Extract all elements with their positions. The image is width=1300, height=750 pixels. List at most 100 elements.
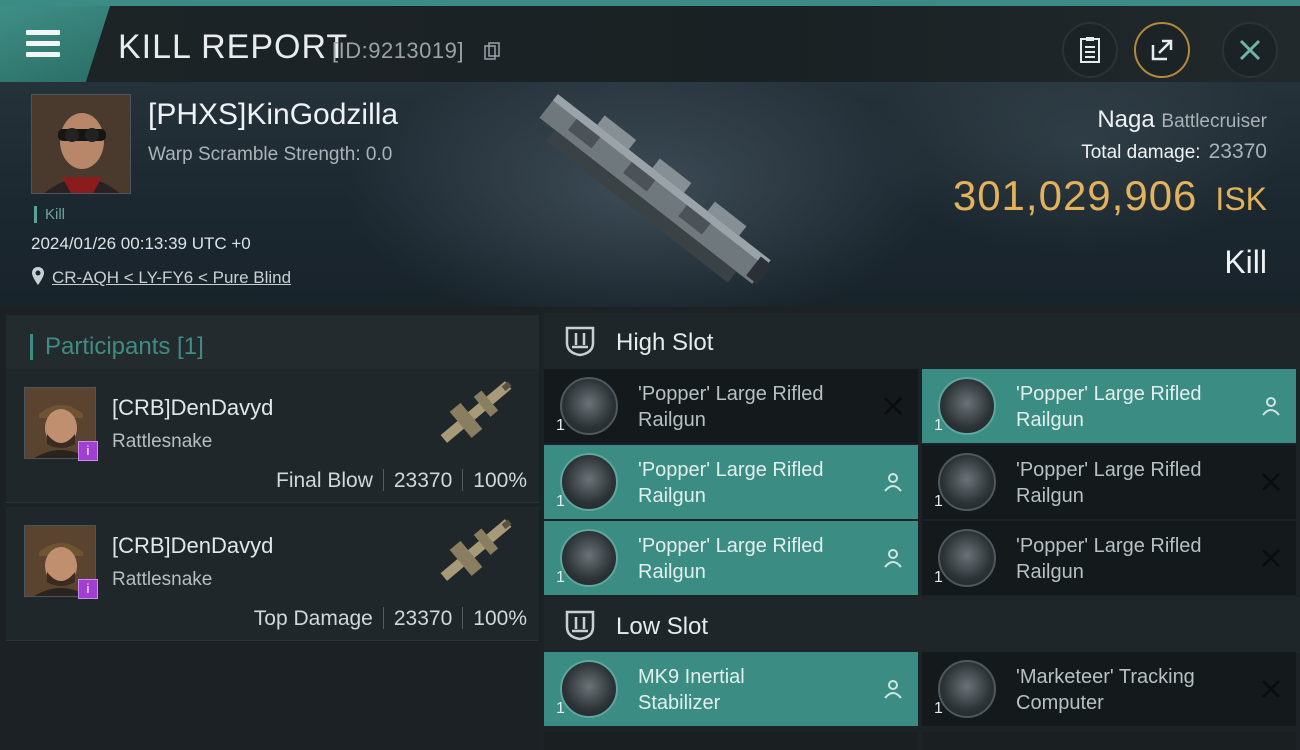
- location-pin-icon: [32, 267, 44, 285]
- participants-header: Participants [1]: [6, 315, 539, 373]
- victim-ship-name: Naga: [1097, 106, 1155, 133]
- victim-name[interactable]: [PHXS]KinGodzilla: [148, 98, 398, 132]
- participant-damage: 23370: [393, 469, 453, 492]
- destroyed-icon: [1262, 680, 1280, 698]
- low-slot-header: Low Slot: [544, 597, 1300, 653]
- fitting-panel: High Slot 1 'Popper' Large Rifled Railgun…: [540, 307, 1300, 750]
- participant-row[interactable]: i [CRB]DenDavyd Rattlesnake Final Blow 23…: [6, 369, 539, 503]
- module-slot[interactable]: 1 'Popper' Large Rifled Railgun: [544, 445, 918, 519]
- participant-ship: Rattlesnake: [112, 569, 213, 590]
- railgun-icon: [938, 529, 996, 587]
- warp-scramble-strength: Warp Scramble Strength: 0.0: [148, 144, 393, 165]
- participant-badge: i: [78, 441, 98, 461]
- module-name-line2: Railgun: [1016, 485, 1084, 507]
- kill-tag: Kill: [34, 206, 65, 223]
- railgun-icon: [560, 377, 618, 435]
- module-slot[interactable]: [922, 732, 1296, 750]
- low-slot-title: Low Slot: [616, 613, 709, 640]
- location-link[interactable]: CR-AQH < LY-FY6 < Pure Blind: [52, 268, 291, 288]
- total-damage-value: 23370: [1208, 140, 1267, 163]
- module-quantity: 1: [934, 700, 943, 717]
- module-name: 'Popper' Large Rifled Railgun: [1016, 381, 1246, 433]
- isk-value: 301,029,906: [952, 172, 1198, 219]
- participant-role: Top Damage: [253, 607, 373, 630]
- module-slot[interactable]: 1 'Popper' Large Rifled Railgun: [922, 445, 1296, 519]
- total-damage: Total damage: 23370: [1081, 140, 1267, 164]
- module-name-line1: MK9 Inertial: [638, 666, 745, 688]
- participant-stats: Top Damage 23370 100%: [254, 607, 527, 631]
- page-title: KILL REPORT: [118, 28, 349, 66]
- module-name-line1: 'Popper' Large Rifled: [638, 383, 824, 405]
- module-slot[interactable]: [544, 732, 918, 750]
- railgun-icon: [560, 529, 618, 587]
- participant-row[interactable]: i [CRB]DenDavyd Rattlesnake Top Damage 23…: [6, 507, 539, 641]
- dropped-person-icon: [884, 473, 902, 492]
- kill-result: Kill: [1224, 244, 1267, 280]
- module-slot[interactable]: 1 MK9 Inertial Stabilizer: [544, 652, 918, 726]
- high-slot-title: High Slot: [616, 329, 714, 356]
- victim-avatar[interactable]: [31, 94, 131, 194]
- copy-icon[interactable]: [484, 42, 500, 60]
- module-quantity: 1: [556, 569, 565, 586]
- low-slot-icon: [565, 610, 595, 641]
- dropped-person-icon: [884, 680, 902, 699]
- share-button[interactable]: [1134, 22, 1190, 78]
- module-slot[interactable]: 1 'Popper' Large Rifled Railgun: [544, 369, 918, 443]
- close-button[interactable]: [1222, 22, 1278, 78]
- participants-title: Participants [1]: [30, 334, 204, 360]
- participant-role: Final Blow: [276, 469, 373, 492]
- railgun-icon: [938, 377, 996, 435]
- kill-id: [ID:9213019]: [332, 38, 464, 63]
- module-name: 'Popper' Large Rifled Railgun: [1016, 533, 1246, 585]
- railgun-icon: [938, 453, 996, 511]
- share-icon: [1151, 39, 1173, 61]
- module-slot[interactable]: 1 'Popper' Large Rifled Railgun: [922, 521, 1296, 595]
- participant-stats: Final Blow 23370 100%: [276, 469, 527, 493]
- module-quantity: 1: [934, 569, 943, 586]
- dropped-person-icon: [1262, 397, 1280, 416]
- top-bar: KILL REPORT [ID:9213019]: [0, 0, 1300, 82]
- module-name-line1: 'Popper' Large Rifled: [1016, 383, 1202, 405]
- participant-badge: i: [78, 579, 98, 599]
- participant-name[interactable]: [CRB]DenDavyd: [112, 533, 273, 559]
- module-name-line2: Stabilizer: [638, 692, 721, 714]
- destroyed-icon: [1262, 473, 1280, 491]
- module-slot[interactable]: 1 'Marketeer' Tracking Computer: [922, 652, 1296, 726]
- inertial-stabilizer-icon: [560, 660, 618, 718]
- module-quantity: 1: [556, 417, 565, 434]
- victim-panel: [PHXS]KinGodzilla Warp Scramble Strength…: [0, 82, 1300, 307]
- module-name-line2: Railgun: [638, 485, 706, 507]
- high-slot-header: High Slot: [544, 313, 1300, 369]
- module-name-line1: 'Popper' Large Rifled: [638, 535, 824, 557]
- participant-name[interactable]: [CRB]DenDavyd: [112, 395, 273, 421]
- module-name-line1: 'Popper' Large Rifled: [1016, 459, 1202, 481]
- participant-ship: Rattlesnake: [112, 431, 213, 452]
- module-name-line1: 'Popper' Large Rifled: [1016, 535, 1202, 557]
- menu-tab[interactable]: [0, 6, 110, 82]
- module-quantity: 1: [934, 493, 943, 510]
- total-damage-label: Total damage:: [1081, 142, 1201, 163]
- module-slot[interactable]: 1 'Popper' Large Rifled Railgun: [922, 369, 1296, 443]
- module-name-line1: 'Popper' Large Rifled: [638, 459, 824, 481]
- isk-unit: ISK: [1215, 181, 1267, 217]
- module-name-line2: Railgun: [638, 561, 706, 583]
- hamburger-menu-icon[interactable]: [26, 30, 60, 58]
- module-name: MK9 Inertial Stabilizer: [638, 664, 868, 716]
- module-name-line2: Railgun: [638, 409, 706, 431]
- module-name: 'Popper' Large Rifled Railgun: [638, 457, 868, 509]
- clipboard-button[interactable]: [1062, 22, 1118, 78]
- module-name-line2: Computer: [1016, 692, 1104, 714]
- high-slot-icon: [565, 326, 595, 357]
- close-icon: [1239, 39, 1261, 61]
- module-name: 'Marketeer' Tracking Computer: [1016, 664, 1246, 716]
- victim-ship-class: Battlecruiser: [1161, 111, 1267, 132]
- module-quantity: 1: [934, 417, 943, 434]
- module-quantity: 1: [556, 493, 565, 510]
- isk-value-line: 301,029,906 ISK: [953, 172, 1267, 220]
- tracking-computer-icon: [938, 660, 996, 718]
- railgun-icon: [560, 453, 618, 511]
- participant-percent: 100%: [473, 607, 527, 630]
- module-slot[interactable]: 1 'Popper' Large Rifled Railgun: [544, 521, 918, 595]
- destroyed-icon: [884, 397, 902, 415]
- victim-ship-image: [539, 94, 772, 285]
